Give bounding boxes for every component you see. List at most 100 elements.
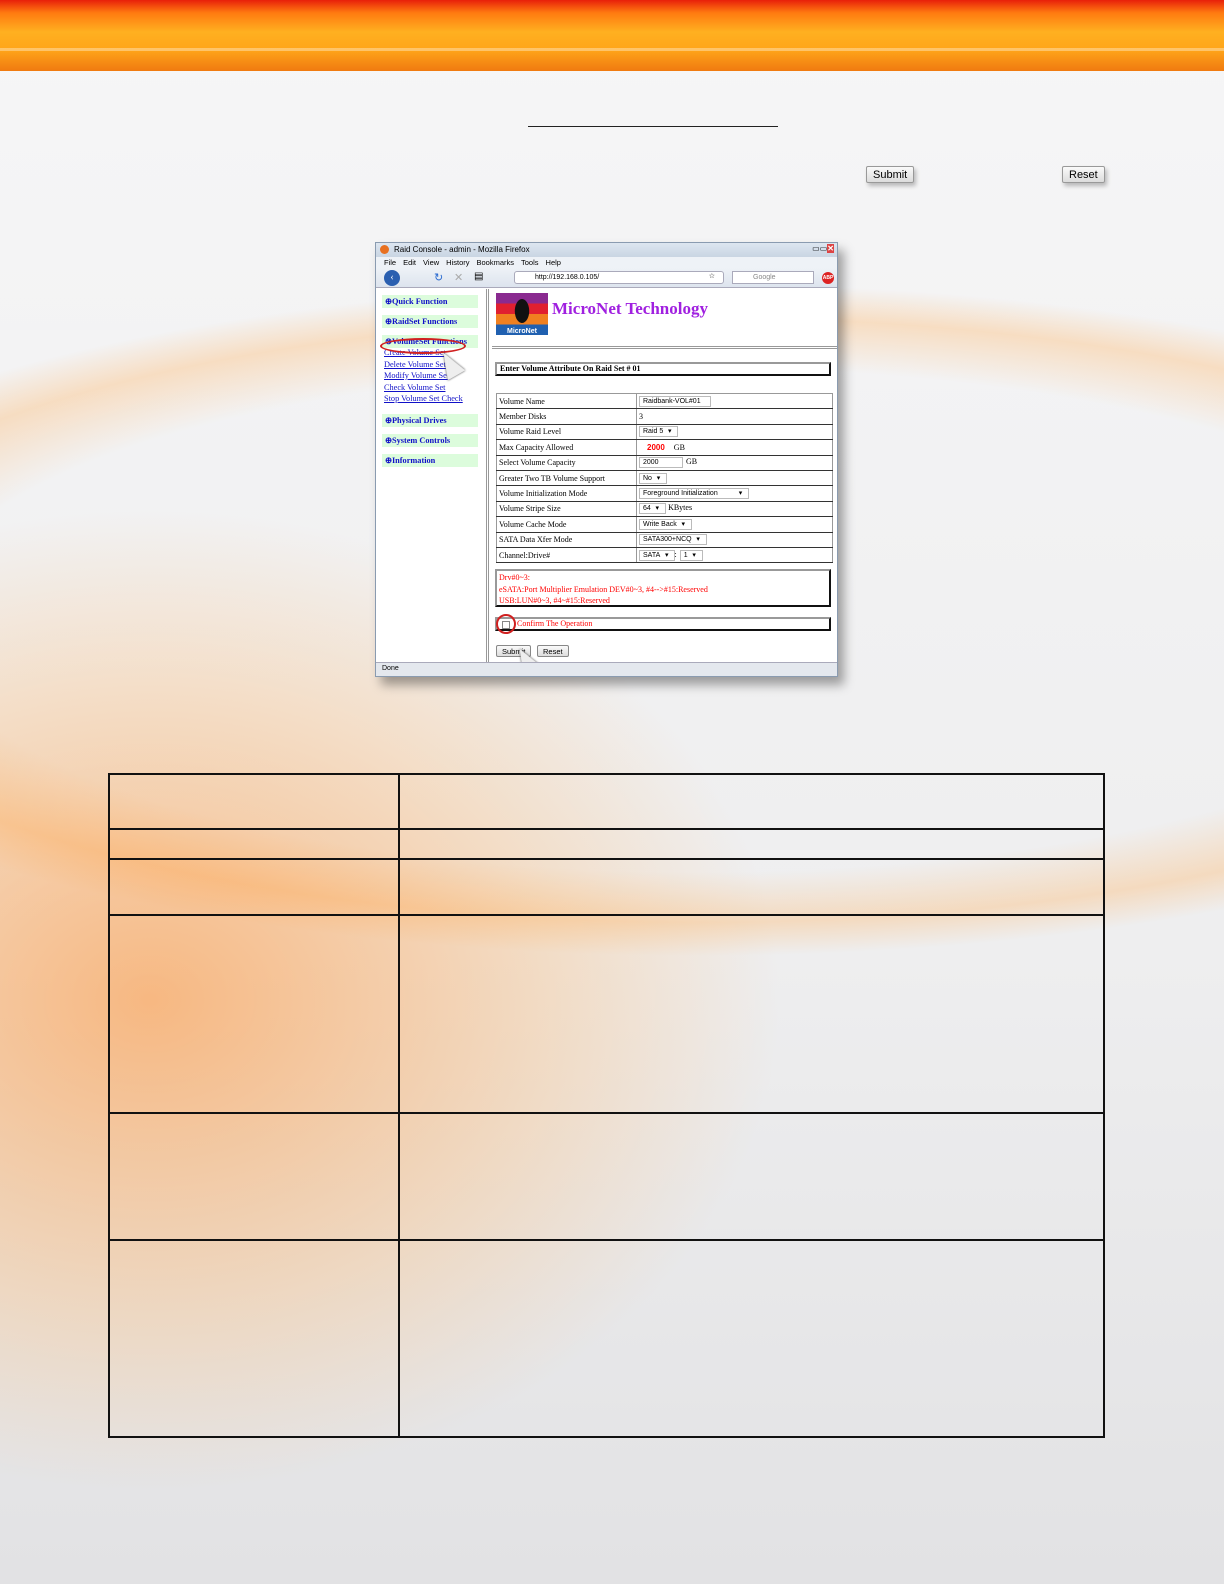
- table-cell: [398, 828, 1105, 860]
- submit-button-image: Submit: [866, 166, 915, 183]
- form-row: Volume Cache Mode Write Back ▾: [496, 516, 833, 533]
- menu-tools: Tools: [521, 258, 539, 267]
- link-modify-volume-set: Modify Volume Set: [384, 371, 450, 380]
- title-underline: [528, 126, 778, 127]
- confirm-row: Confirm The Operation: [495, 614, 831, 634]
- member-disks-value: 3: [639, 412, 643, 422]
- reload-icon: ↻: [434, 272, 444, 284]
- micronet-logo: MicroNet: [496, 293, 548, 335]
- field-label: Greater Two TB Volume Support: [496, 469, 637, 487]
- status-bar: Done: [376, 662, 837, 676]
- link-delete-volume-set: Delete Volume Set: [384, 359, 446, 369]
- table-cell: [398, 1239, 1105, 1438]
- form-row: Volume Raid Level Raid 5 ▾: [496, 423, 833, 441]
- table-cell: [108, 858, 400, 916]
- table-cell: [398, 914, 1105, 1114]
- form-row: Member Disks 3: [496, 408, 833, 425]
- chevron-down-icon: ▾: [690, 550, 696, 559]
- table-row: [108, 1239, 1105, 1438]
- field-label: Volume Initialization Mode: [496, 485, 637, 502]
- table-row: [108, 773, 1105, 830]
- table-cell: [398, 773, 1105, 830]
- field-label: Member Disks: [496, 408, 637, 425]
- sidebar-system-controls: ⊕System Controls: [382, 433, 478, 447]
- main-panel: MicroNet MicroNet Technology Enter Volum…: [492, 289, 837, 663]
- table-cell: [108, 1112, 400, 1241]
- menu-view: View: [423, 258, 440, 267]
- window-titlebar: Raid Console - admin - Mozilla Firefox ▭…: [376, 243, 837, 257]
- window-controls-icon: ▭▭✕: [812, 244, 834, 253]
- table-cell: [108, 773, 400, 830]
- header-divider: [492, 346, 837, 349]
- field-value: Foreground Initialization ▾: [636, 485, 833, 502]
- form-row: Greater Two TB Volume Support No ▾: [496, 469, 833, 487]
- unit-label: GB: [673, 442, 685, 452]
- table-cell: [108, 914, 400, 1114]
- field-select: Raid 5: [639, 426, 679, 438]
- note-line: Drv#0~3:: [499, 573, 530, 582]
- star-icon: ☆: [708, 273, 715, 280]
- highlight-circle: [496, 614, 516, 634]
- note-line: USB:LUN#0~3, #4~#15:Reserved: [499, 596, 610, 605]
- sidebar-information: ⊕Information: [382, 453, 478, 467]
- field-value: 2000 GB: [636, 439, 833, 456]
- url-bar: http://192.168.0.105/ ☆: [514, 271, 724, 284]
- window-title: Raid Console - admin - Mozilla Firefox: [394, 245, 530, 254]
- table-row: [108, 858, 1105, 916]
- field-value: 3: [636, 408, 833, 425]
- menu-help: Help: [545, 258, 561, 267]
- link-stop-volume-set-check: Stop Volume Set Check: [384, 394, 463, 403]
- print-icon: ▤: [474, 271, 484, 282]
- field-label: Volume Name: [496, 392, 637, 410]
- sidebar-raidset-functions: ⊕RaidSet Functions: [382, 315, 478, 328]
- volume-attribute-form: Volume Name Raidbank-VOL#01 Member Disks 3 V…: [496, 392, 833, 564]
- link-check-volume-set: Check Volume Set: [384, 382, 446, 392]
- form-heading: Enter Volume Attribute On Raid Set # 01: [495, 362, 831, 376]
- search-placeholder: Google: [753, 274, 776, 281]
- field-value: 2000 GB: [636, 454, 833, 471]
- field-value: No ▾: [636, 469, 833, 487]
- field-input: 2000: [639, 457, 683, 469]
- search-bar: Google: [732, 271, 814, 284]
- browser-screenshot: Raid Console - admin - Mozilla Firefox ▭…: [375, 242, 838, 677]
- field-select: SATA300+NCQ: [639, 534, 707, 546]
- url-text: http://192.168.0.105/: [535, 274, 600, 281]
- form-reset-button: Reset: [537, 645, 569, 657]
- field-value: SATA ▾:1 ▾: [636, 546, 833, 564]
- nav-toolbar: ‹ ↻ ✕ ▤ http://192.168.0.105/ ☆ Google AB…: [376, 268, 837, 288]
- menu-history: History: [446, 258, 470, 267]
- max-capacity-value: 2000: [647, 442, 665, 452]
- menu-edit: Edit: [403, 258, 417, 267]
- back-icon: ‹: [384, 270, 400, 286]
- field-value: Write Back ▾: [636, 516, 833, 533]
- brand-title: MicroNet Technology: [552, 299, 708, 318]
- form-row: SATA Data Xfer Mode SATA300+NCQ ▾: [496, 531, 833, 548]
- field-value: Raidbank-VOL#01: [636, 392, 833, 410]
- field-select: Write Back: [639, 518, 692, 530]
- table-cell: [398, 1112, 1105, 1241]
- field-value: SATA300+NCQ ▾: [636, 531, 833, 548]
- table-cell: [398, 858, 1105, 916]
- table-row: [108, 828, 1105, 860]
- description-table: [108, 773, 1105, 1438]
- field-label: Max Capacity Allowed: [496, 439, 637, 456]
- unit-label: KBytes: [668, 503, 693, 513]
- field-label: Select Volume Capacity: [496, 454, 637, 471]
- note-line: eSATA:Port Multiplier Emulation DEV#0~3,…: [499, 584, 708, 594]
- sidebar-quick-function: ⊕Quick Function: [382, 295, 478, 308]
- menu-file: File: [384, 258, 397, 267]
- form-row: Select Volume Capacity 2000 GB: [496, 454, 833, 471]
- menu-bookmarks: Bookmarks: [476, 258, 515, 267]
- stop-icon: ✕: [454, 272, 464, 284]
- field-label: Volume Raid Level: [496, 423, 637, 441]
- confirm-label: Confirm The Operation: [517, 619, 593, 628]
- field-select: No: [639, 472, 667, 484]
- table-row: [108, 1112, 1105, 1241]
- menu-bar: File Edit View History Bookmarks Tools Help: [376, 257, 837, 268]
- table-row: [108, 914, 1105, 1114]
- field-select: 64: [639, 503, 666, 515]
- field-label: SATA Data Xfer Mode: [496, 531, 637, 548]
- field-input: Raidbank-VOL#01: [639, 395, 711, 407]
- table-cell: [108, 1239, 400, 1438]
- adblock-icon: ABP: [822, 272, 834, 284]
